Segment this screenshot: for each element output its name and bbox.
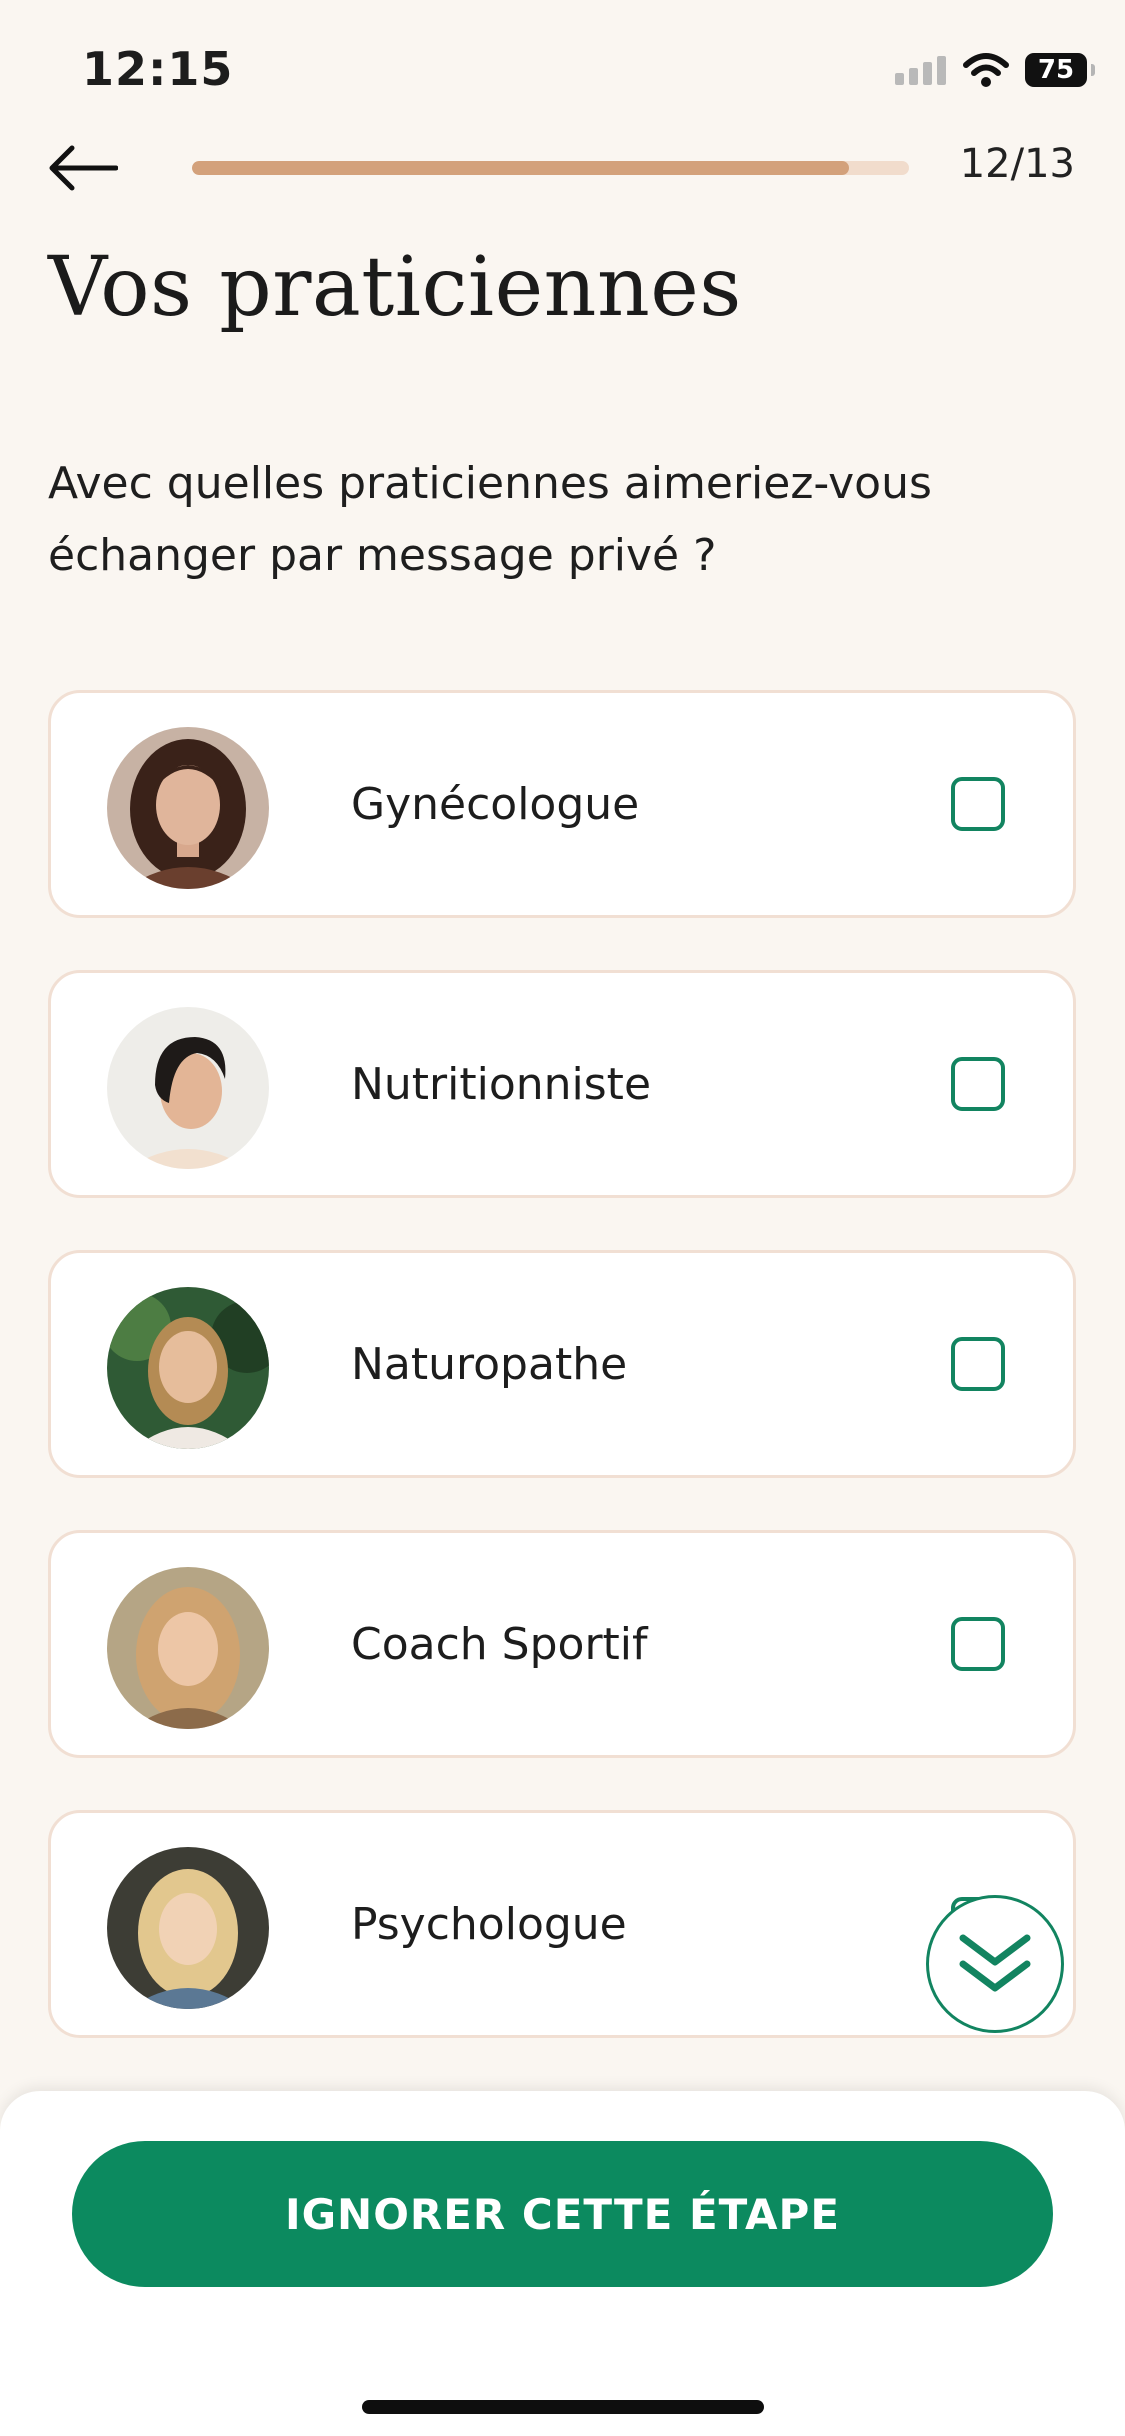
scroll-down-button[interactable] [926, 1895, 1064, 2033]
practitioner-label: Gynécologue [351, 778, 640, 830]
practitioner-label: Coach Sportif [351, 1618, 648, 1670]
practitioner-card-psychologue[interactable]: Psychologue [48, 1810, 1076, 2038]
practitioner-card-coach-sportif[interactable]: Coach Sportif [48, 1530, 1076, 1758]
practitioner-card-gynecologue[interactable]: Gynécologue [48, 690, 1076, 918]
practitioner-card-naturopathe[interactable]: Naturopathe [48, 1250, 1076, 1478]
status-bar: 12:15 75 [0, 0, 1125, 130]
wifi-icon [963, 53, 1009, 87]
checkbox[interactable] [951, 1617, 1005, 1671]
checkbox[interactable] [951, 777, 1005, 831]
avatar [107, 1287, 269, 1449]
battery-level: 75 [1037, 55, 1075, 85]
checkbox[interactable] [951, 1337, 1005, 1391]
practitioner-label: Psychologue [351, 1898, 627, 1950]
cellular-signal-icon [895, 56, 946, 85]
progress-bar [192, 161, 909, 175]
status-icons: 75 [895, 50, 1095, 90]
page-question: Avec quelles praticiennes aimeriez-vous … [48, 458, 932, 581]
avatar [107, 727, 269, 889]
home-indicator [362, 2400, 764, 2414]
avatar [107, 1007, 269, 1169]
battery-icon: 75 [1025, 53, 1095, 87]
double-chevron-down-icon [959, 1934, 1031, 1992]
progress-fill [192, 161, 850, 175]
status-time: 12:15 [82, 42, 234, 96]
checkbox[interactable] [951, 1057, 1005, 1111]
back-button[interactable] [46, 136, 122, 200]
arrow-left-icon [49, 145, 118, 191]
avatar [107, 1847, 269, 2009]
practitioner-label: Naturopathe [351, 1338, 628, 1390]
bottom-action-bar: IGNORER CETTE ÉTAPE [0, 2091, 1125, 2436]
avatar [107, 1567, 269, 1729]
page-title: Vos praticiennes [48, 240, 742, 335]
step-counter: 12/13 [959, 141, 1075, 187]
practitioner-label: Nutritionniste [351, 1058, 652, 1110]
practitioner-card-nutritionniste[interactable]: Nutritionniste [48, 970, 1076, 1198]
practitioner-list: Gynécologue Nutritionniste Naturopathe C… [48, 690, 1076, 2090]
skip-step-button[interactable]: IGNORER CETTE ÉTAPE [72, 2141, 1053, 2287]
